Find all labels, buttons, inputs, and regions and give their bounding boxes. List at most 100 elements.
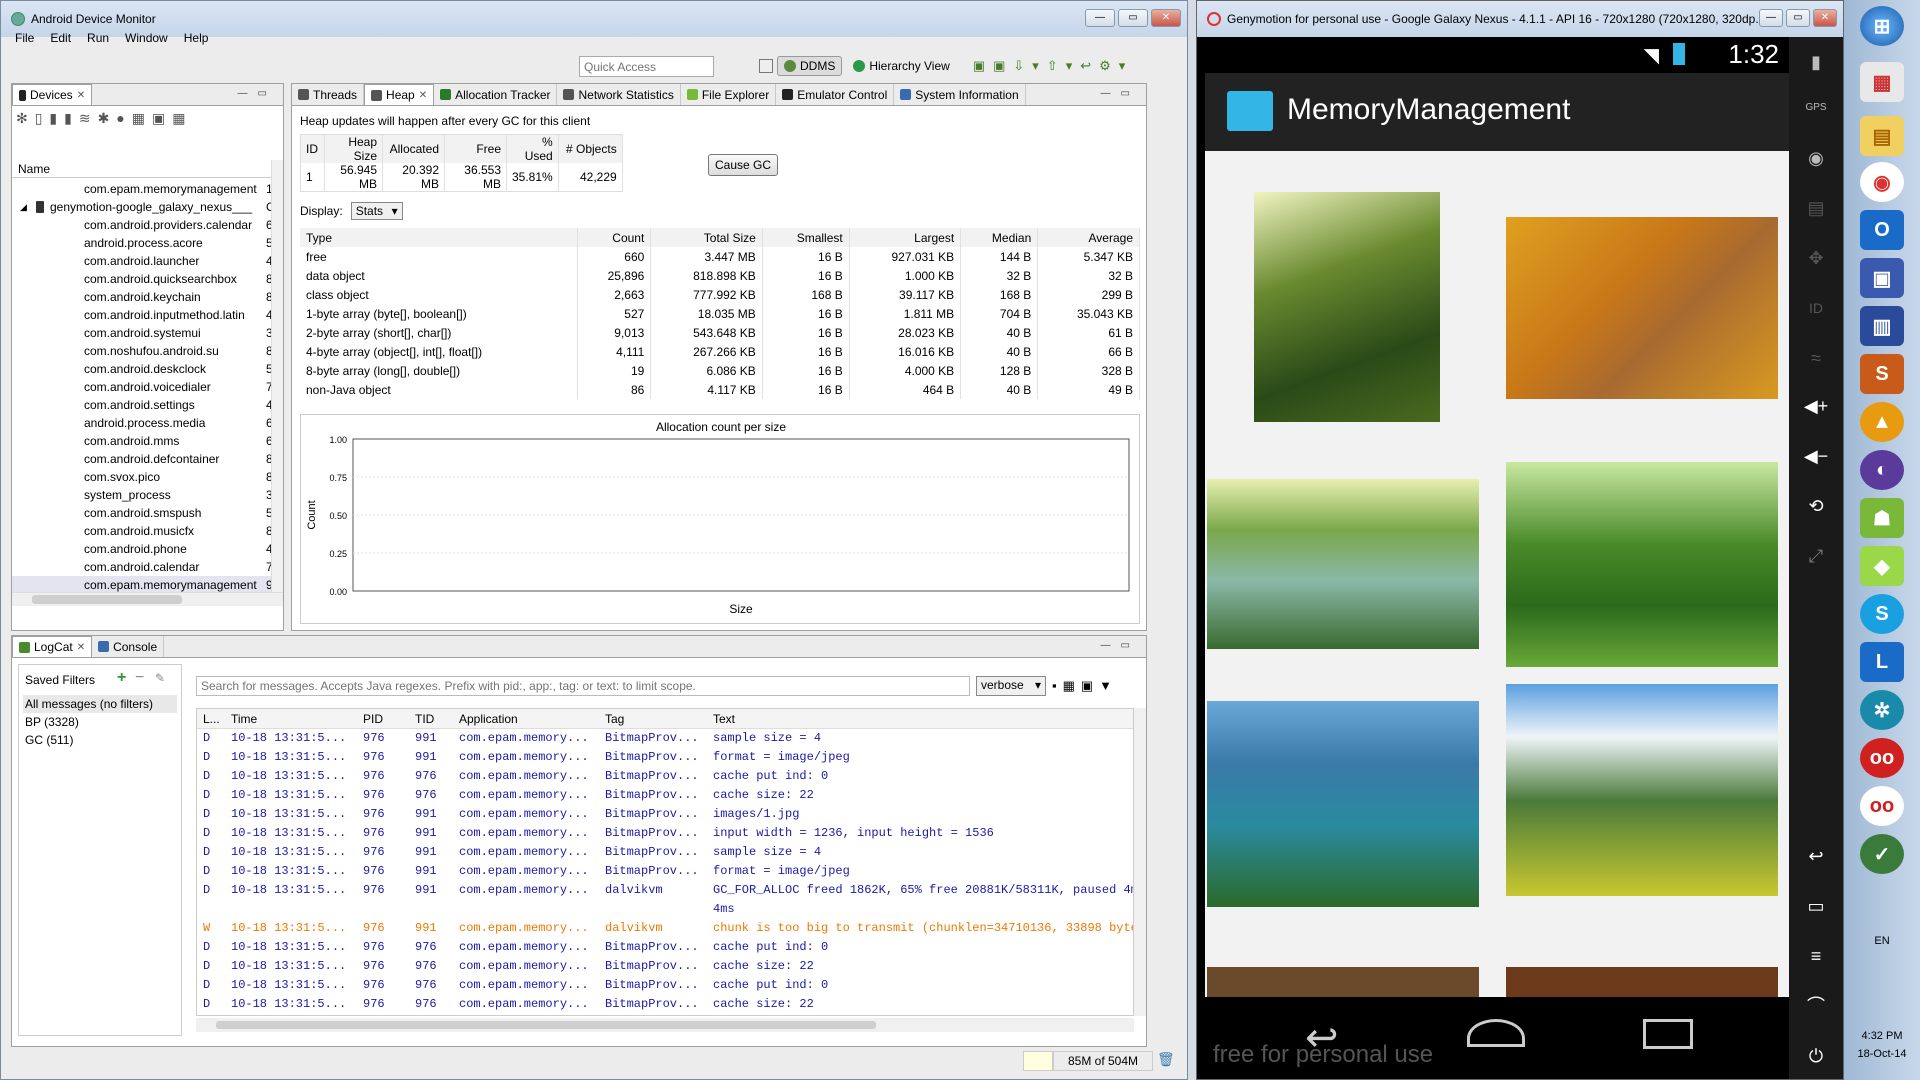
gallery-image-snow-mountain[interactable] — [1506, 684, 1778, 896]
home-icon[interactable] — [1467, 1019, 1525, 1047]
save-app-icon[interactable]: ▣ — [1860, 258, 1904, 298]
heap-minmax-icons[interactable]: —▭ — [1101, 88, 1140, 99]
device-list-item[interactable]: com.android.launcher47 — [12, 252, 271, 270]
language-indicator[interactable]: EN — [1844, 935, 1920, 947]
id-icon[interactable]: ID — [1799, 293, 1833, 323]
device-list-item[interactable]: com.android.quicksearchbox82 — [12, 270, 271, 288]
taskbar-app-icon[interactable]: ▥ — [1860, 306, 1904, 346]
heap-header[interactable]: Heap Size — [324, 134, 383, 163]
stats-row[interactable]: non-Java object 86 4.117 KB 16 B 464 B 40 B 49… — [300, 380, 1140, 399]
gps-icon[interactable]: GPS — [1799, 93, 1833, 123]
maximize-button[interactable]: ▭ — [1786, 9, 1810, 27]
cause-gc-button[interactable]: Cause GC — [708, 154, 779, 176]
logcat-search-input[interactable] — [196, 676, 970, 696]
stats-row[interactable]: 8-byte array (long[], double[]) 19 6.086 K… — [300, 361, 1140, 380]
minimize-button[interactable]: — — [1759, 9, 1783, 27]
genymotion-taskbar-icon[interactable]: oo — [1860, 738, 1904, 778]
edit-filter-icon[interactable]: ✎ — [155, 671, 165, 685]
logcat-minmax-icons[interactable]: —▭ — [1101, 640, 1140, 651]
device-list-item[interactable]: com.android.musicfx84 — [12, 522, 271, 540]
expand-arrow-icon[interactable]: ◢ — [20, 198, 27, 216]
recent-button-icon[interactable]: ⌒ — [1799, 991, 1833, 1021]
stats-row[interactable]: data object 25,896 818.898 KB 16 B 1.000 KB 3… — [300, 266, 1140, 285]
camera-icon[interactable]: ◉ — [1799, 143, 1833, 173]
filter-item[interactable]: All messages (no filters) — [23, 695, 177, 713]
menu-help[interactable]: Help — [184, 31, 209, 49]
log-row[interactable]: 4ms — [197, 900, 1133, 919]
stats-header[interactable]: Largest — [849, 228, 962, 247]
device-list-item[interactable]: com.android.settings48 — [12, 396, 271, 414]
device-list-item[interactable]: com.android.keychain83 — [12, 288, 271, 306]
scale-icon[interactable]: ⤢ — [1799, 541, 1833, 571]
triangle-app-icon[interactable]: ▲ — [1860, 402, 1904, 442]
close-tab-icon[interactable]: ✕ — [77, 90, 85, 101]
device-list-item[interactable]: com.android.phone44 — [12, 540, 271, 558]
notes-app-icon[interactable]: ◆ — [1860, 546, 1904, 586]
stats-header[interactable]: Type — [300, 228, 579, 247]
device-list-item[interactable]: com.svox.pico87 — [12, 468, 271, 486]
log-row[interactable]: D 10-18 13:31:5... 976 991 com.epam.memory..… — [197, 805, 1133, 824]
skype-icon[interactable]: S — [1860, 594, 1904, 634]
power-icon[interactable]: ⏻ — [1799, 1041, 1833, 1071]
gallery-image-partial-1[interactable] — [1207, 967, 1479, 997]
device-list-item[interactable]: com.android.calendar77 — [12, 558, 271, 576]
gallery-image-lake-bench[interactable] — [1207, 479, 1479, 649]
device-list-item[interactable]: com.epam.memorymanagement13 — [12, 180, 271, 198]
log-scrollbar[interactable] — [1134, 708, 1146, 1016]
heap-header[interactable]: Allocated — [382, 134, 445, 163]
recent-apps-icon[interactable] — [1643, 1019, 1693, 1049]
rotate-icon[interactable]: ⟲ — [1799, 491, 1833, 521]
log-header[interactable]: L... — [203, 709, 220, 729]
display-dropdown[interactable]: Stats ▾ — [350, 202, 403, 220]
media-icon[interactable]: ▤ — [1799, 193, 1833, 223]
genymotion-shell-icon[interactable]: oo — [1860, 786, 1904, 826]
android-screen[interactable]: ◥ 1:32 MemoryManagement free for persona… — [1205, 37, 1791, 1079]
network-app-icon[interactable]: ✲ — [1860, 690, 1904, 730]
close-button[interactable]: ✕ — [1813, 9, 1837, 27]
maximize-button[interactable]: ▭ — [1118, 9, 1148, 27]
log-row[interactable]: D 10-18 13:31:5... 976 991 com.epam.memory..… — [197, 843, 1133, 862]
start-button[interactable]: ⊞ — [1860, 6, 1904, 46]
log-row[interactable]: D 10-18 13:31:5... 976 976 com.epam.memory..… — [197, 976, 1133, 995]
stats-header[interactable]: Median — [960, 228, 1039, 247]
tab-allocation-tracker[interactable]: Allocation Tracker — [434, 84, 558, 105]
gallery-image-forest-sunbeams[interactable] — [1254, 192, 1440, 422]
trash-icon[interactable]: 🗑 — [1157, 1051, 1175, 1068]
filter-item[interactable]: GC (511) — [23, 731, 177, 749]
device-list-item[interactable]: android.process.media62 — [12, 414, 271, 432]
stats-row[interactable]: 1-byte array (byte[], boolean[]) 527 18.03… — [300, 304, 1140, 323]
gallery-image-partial-2[interactable] — [1506, 967, 1778, 997]
device-list-item[interactable]: android.process.acore51 — [12, 234, 271, 252]
log-row[interactable]: D 10-18 13:31:5... 976 976 com.epam.memory..… — [197, 995, 1133, 1014]
stats-header[interactable]: Count — [577, 228, 652, 247]
volume-down-icon[interactable]: ◀− — [1799, 441, 1833, 471]
back-icon[interactable]: ↩ — [1305, 1015, 1339, 1061]
filter-item[interactable]: BP (3328) — [23, 713, 177, 731]
devices-hscrollbar[interactable] — [12, 592, 283, 606]
lync-icon[interactable]: L — [1860, 642, 1904, 682]
back-button-icon[interactable]: ↩ — [1799, 841, 1833, 871]
device-list-item[interactable]: com.android.inputmethod.latin40 — [12, 306, 271, 324]
menu-file[interactable]: File — [15, 31, 34, 49]
tab-threads[interactable]: Threads — [292, 84, 365, 105]
outlook-icon[interactable]: O — [1860, 210, 1904, 250]
log-header[interactable]: Text — [713, 709, 735, 729]
app-icon[interactable] — [1227, 91, 1273, 131]
gallery-image-tree-avenue[interactable] — [1506, 462, 1778, 667]
tab-heap[interactable]: Heap ✕ — [364, 84, 435, 105]
heap-header[interactable]: Free — [444, 134, 507, 163]
log-row[interactable]: D 10-18 13:31:5... 976 991 com.epam.memory..… — [197, 748, 1133, 767]
device-list-item[interactable]: com.android.deskclock56 — [12, 360, 271, 378]
log-row[interactable]: D 10-18 13:31:5... 976 976 com.epam.memory..… — [197, 957, 1133, 976]
heap-header[interactable]: % Used — [506, 134, 559, 163]
dpad-icon[interactable]: ✥ — [1799, 243, 1833, 273]
heap-header[interactable]: # Objects — [558, 134, 623, 163]
log-header[interactable]: PID — [363, 709, 383, 729]
tab-network-statistics[interactable]: Network Statistics — [557, 84, 681, 105]
volume-up-icon[interactable]: ◀+ — [1799, 391, 1833, 421]
taskbar-date[interactable]: 18-Oct-14 — [1844, 1048, 1920, 1060]
device-list-item[interactable]: com.epam.memorymanagement97 — [12, 576, 271, 592]
tab-logcat[interactable]: LogCat ✕ — [12, 636, 93, 657]
name-column-header[interactable]: Name — [12, 160, 271, 178]
home-button-icon[interactable]: ▭ — [1799, 891, 1833, 921]
